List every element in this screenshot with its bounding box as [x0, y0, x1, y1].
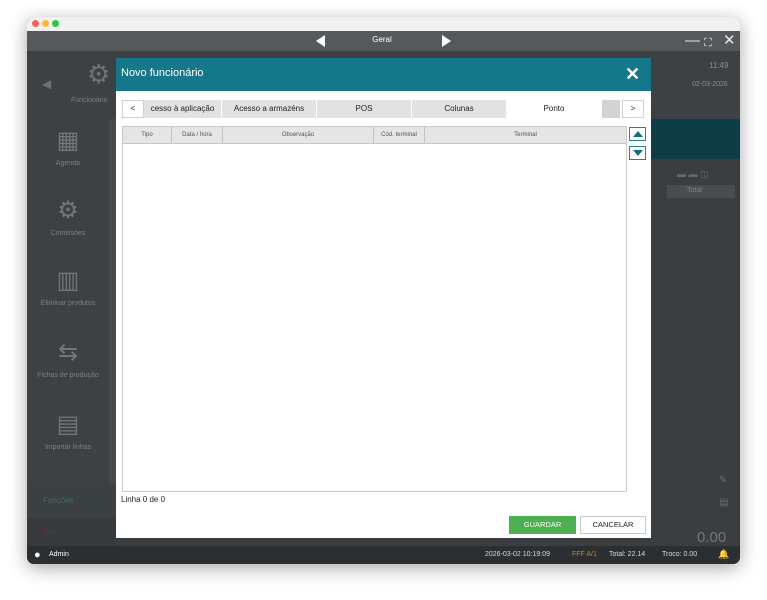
functions-button[interactable]: Funções	[27, 484, 117, 518]
user-icon: ●	[34, 549, 41, 561]
sidebar-item-label: Agenda	[55, 160, 81, 167]
calendar-icon: ▦	[56, 127, 80, 154]
status-total: Total: 22.14	[609, 551, 646, 558]
background-panel	[647, 119, 740, 159]
fullscreen-icon[interactable]: ⛶	[704, 34, 712, 52]
row-count: Linha 0 de 0	[121, 495, 166, 504]
dialog-title: Novo funcionário	[121, 67, 204, 79]
minimize-window-dot[interactable]	[42, 20, 49, 27]
minimize-icon[interactable]: —	[685, 32, 700, 50]
table-header: Tipo Data / hora Observação Cód. termina…	[123, 127, 626, 144]
close-window-dot[interactable]	[32, 20, 39, 27]
status-bar: ● Admin 2026-03-02 10:19:09 FFF A/1 Tota…	[27, 546, 740, 564]
sidebar-item-label: Comissões	[50, 230, 86, 237]
exit-label: Sair	[43, 527, 58, 536]
tab-acesso-aplicacao[interactable]: cesso à aplicação	[144, 100, 221, 118]
table-body[interactable]	[123, 144, 626, 491]
status-change: Troco: 0.00	[662, 551, 698, 558]
column-header-terminal[interactable]: Terminal	[425, 127, 626, 143]
column-header-observacao[interactable]: Observação	[223, 127, 374, 143]
scroll-up-button[interactable]	[629, 127, 646, 141]
functions-label: Funções	[43, 496, 74, 505]
app-topbar: Geral — ⛶ ✕	[27, 31, 740, 51]
status-datetime: 2026-03-02 10:19:09	[485, 551, 550, 558]
os-titlebar	[27, 17, 740, 31]
sidebar-item-importar-linhas[interactable]: ▤ Importar linhas	[27, 403, 109, 473]
document-series: FFF A/1	[572, 551, 597, 558]
tab-overflow	[602, 100, 620, 118]
clock: 11:49	[709, 61, 729, 70]
pencil-icon[interactable]: ✎	[719, 475, 727, 486]
total-select[interactable]: Total	[667, 185, 735, 198]
card-icons: ▬ ▬ ◫	[677, 169, 709, 179]
zoom-window-dot[interactable]	[52, 20, 59, 27]
next-arrow-icon[interactable]	[442, 35, 451, 47]
sidebar-item-label: Eliminar produtos	[40, 300, 96, 307]
sidebar-item-label: Fichas de produção	[37, 372, 99, 379]
cancel-button[interactable]: CANCELAR	[580, 516, 646, 534]
save-button[interactable]: GUARDAR	[509, 516, 576, 534]
module-label: Funcionário	[71, 97, 108, 104]
amount-display: 0.00	[697, 529, 727, 546]
column-header-cod-terminal[interactable]: Cód. terminal	[374, 127, 425, 143]
close-icon[interactable]: ✕	[625, 64, 640, 84]
tab-bar: < cesso à aplicação Acesso a armazéns PO…	[122, 100, 646, 118]
topbar-title: Geral	[372, 35, 392, 44]
sidebar-item-agenda[interactable]: ▦ Agenda	[27, 119, 109, 189]
close-icon[interactable]: ✕	[723, 32, 736, 50]
sidebar-item-comissoes[interactable]: ⚙ Comissões	[27, 189, 109, 259]
scroll-down-button[interactable]	[629, 146, 646, 160]
delete-products-icon: ▥	[56, 267, 80, 294]
exit-button[interactable]: Sair	[27, 518, 117, 546]
background-sidebar: ▦ Agenda ⚙ Comissões ▥ Eliminar produtos…	[27, 119, 109, 484]
triangle-up-icon	[633, 131, 643, 137]
triangle-down-icon	[633, 150, 643, 156]
gears-icon: ⚙	[87, 59, 111, 89]
user-name: Admin	[49, 551, 69, 558]
tab-prev-button[interactable]: <	[122, 100, 144, 118]
sidebar-item-eliminar-produtos[interactable]: ▥ Eliminar produtos	[27, 259, 109, 329]
tab-next-button[interactable]: >	[622, 100, 644, 118]
gears-icon: ⚙	[57, 197, 79, 224]
production-sheet-icon: ⇆	[57, 339, 79, 366]
attendance-table: Tipo Data / hora Observação Cód. termina…	[122, 126, 627, 492]
sidebar-item-label: Importar linhas	[44, 444, 92, 451]
column-header-data-hora[interactable]: Data / hora	[172, 127, 223, 143]
date: 02-03-2026	[692, 81, 728, 88]
bell-icon[interactable]: 🔔	[718, 549, 729, 560]
back-icon[interactable]: ◀	[42, 77, 51, 91]
previous-arrow-icon[interactable]	[316, 35, 325, 47]
dialog-header: Novo funcionário ✕	[116, 58, 651, 91]
tab-acesso-armazens[interactable]: Acesso a armazéns	[222, 100, 316, 118]
tab-pos[interactable]: POS	[317, 100, 411, 118]
sidebar-item-fichas-producao[interactable]: ⇆ Fichas de produção	[27, 331, 109, 401]
tab-colunas[interactable]: Colunas	[412, 100, 506, 118]
column-header-tipo[interactable]: Tipo	[123, 127, 172, 143]
tab-ponto[interactable]: Ponto	[507, 100, 601, 118]
document-icon[interactable]: ▤	[719, 497, 728, 508]
import-lines-icon: ▤	[56, 411, 80, 438]
new-employee-dialog: Novo funcionário ✕ < cesso à aplicação A…	[116, 58, 651, 538]
